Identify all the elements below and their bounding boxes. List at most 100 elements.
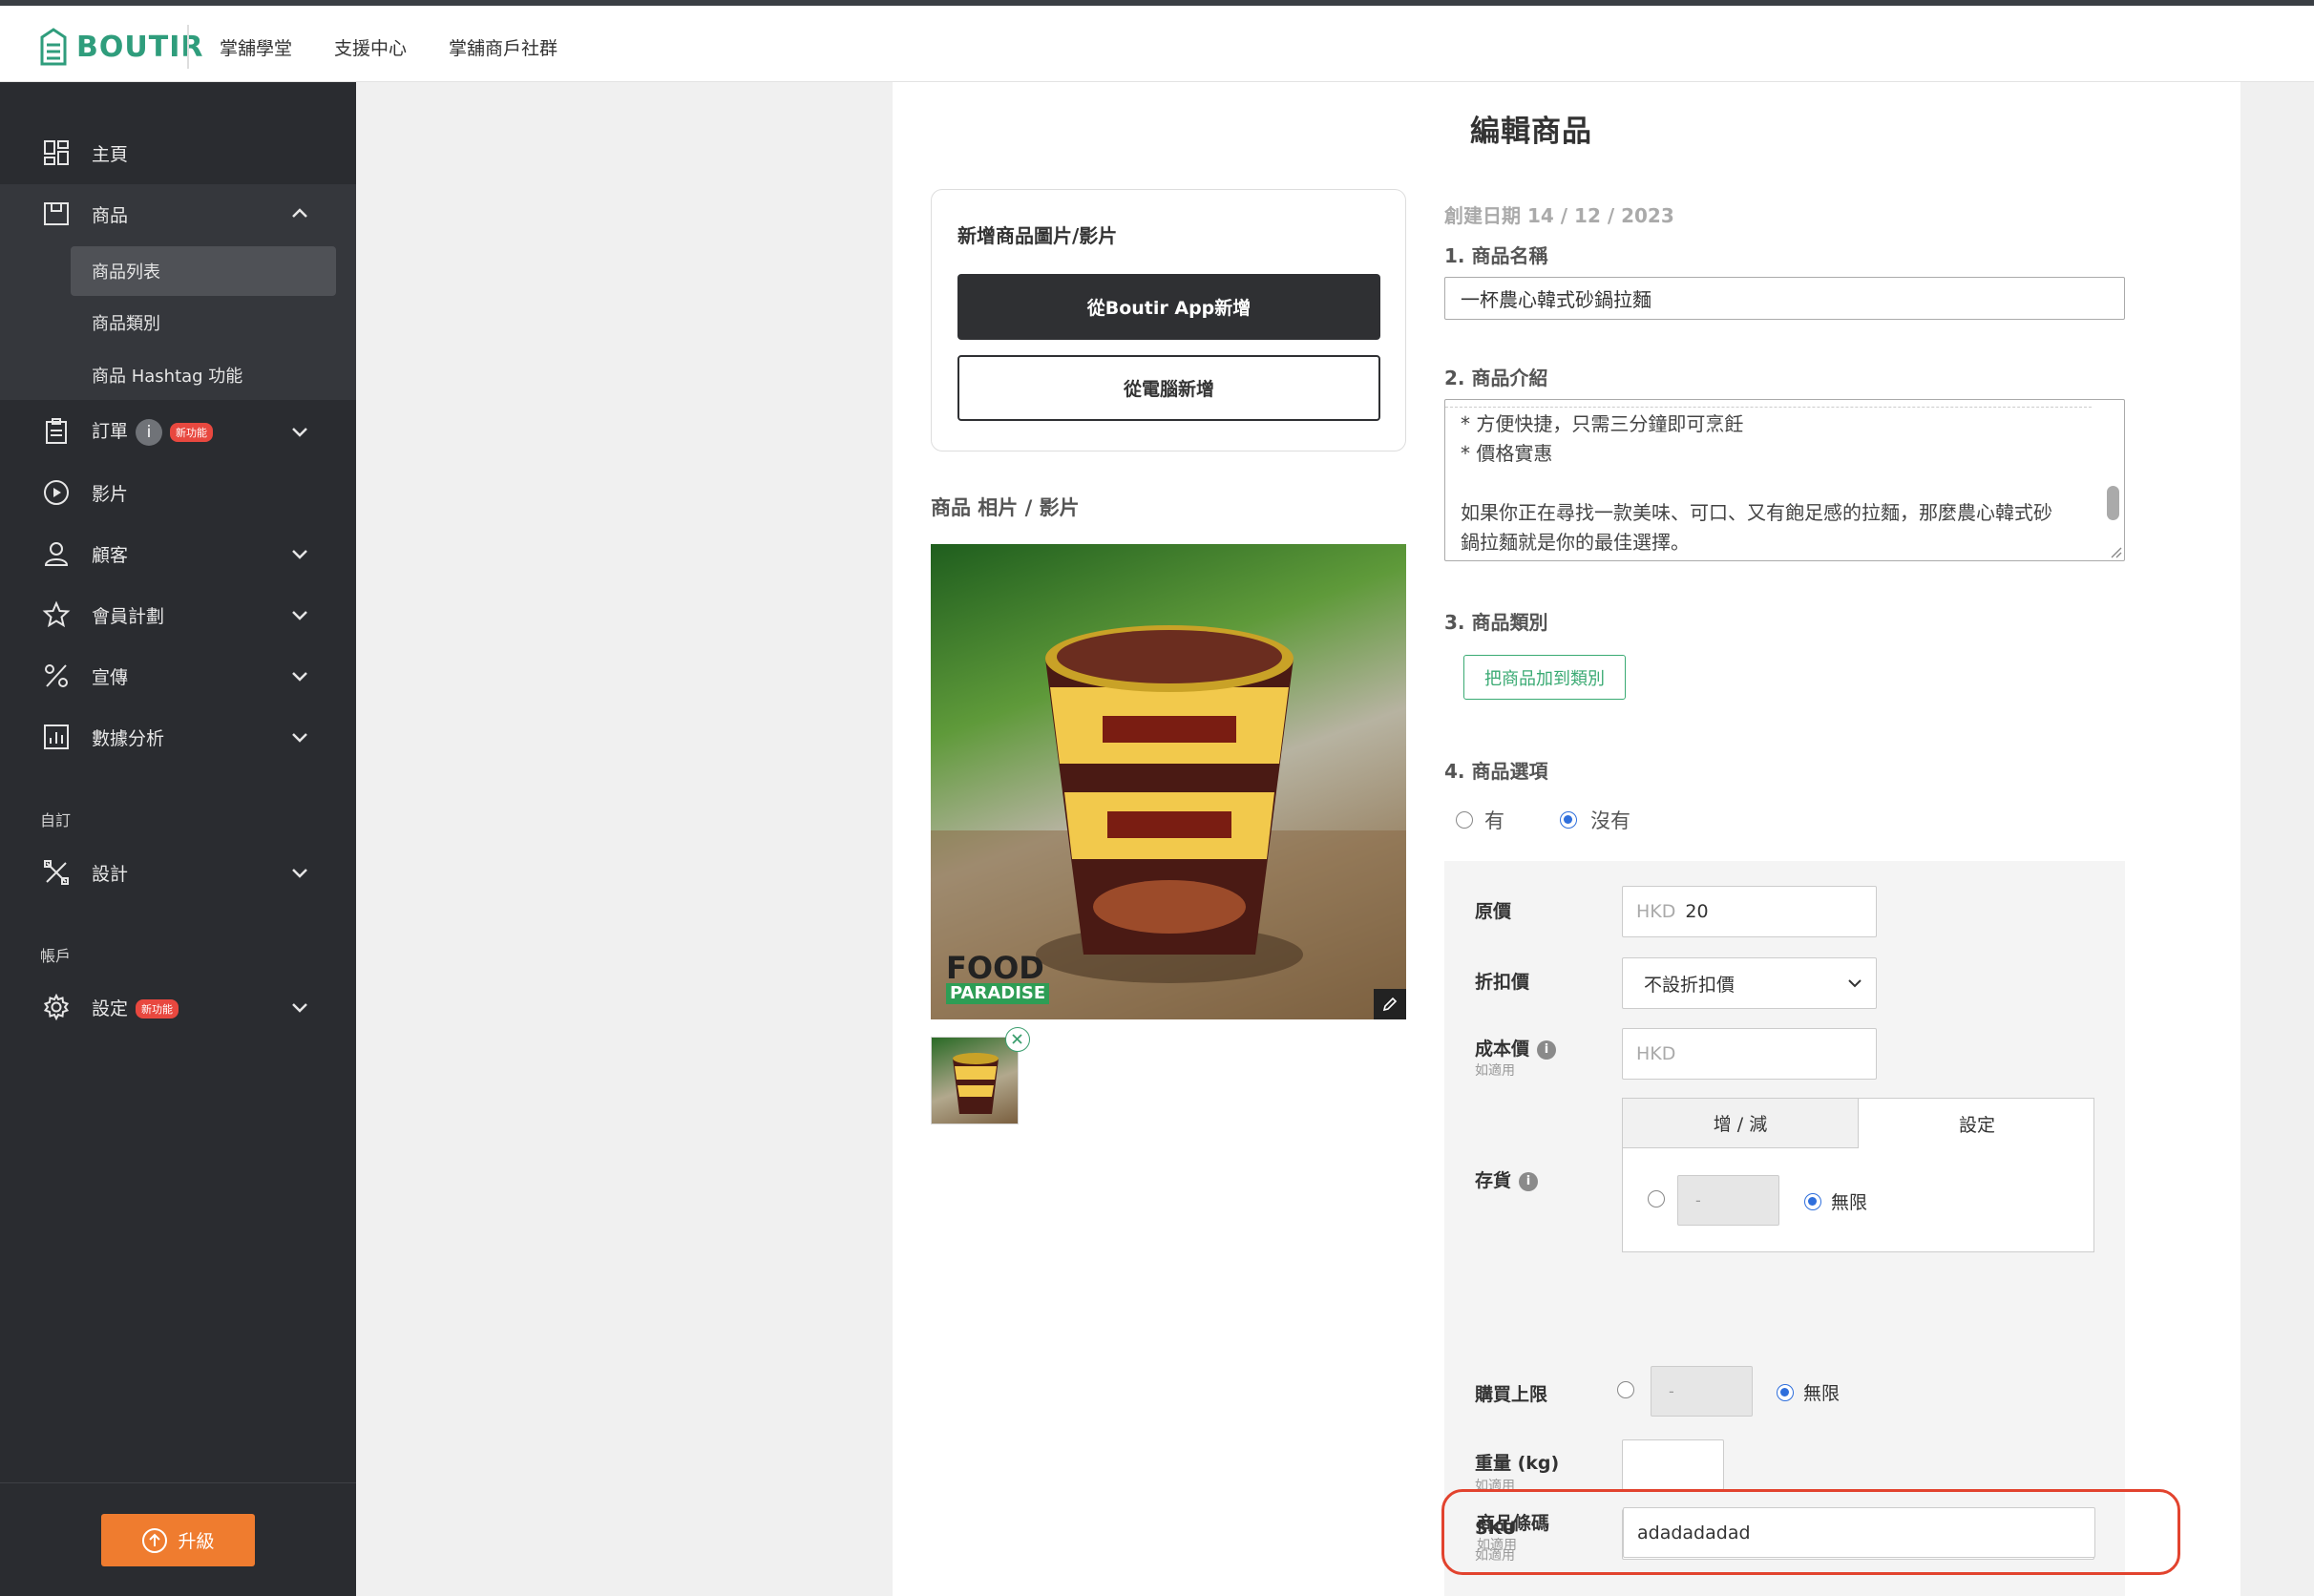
product-options-label: 4. 商品選項 xyxy=(1444,760,1548,783)
resize-handle-icon[interactable] xyxy=(2109,545,2122,558)
sidebar-item-promotion[interactable]: 宣傳 xyxy=(0,646,356,705)
product-name-input[interactable]: 一杯農心韓式砂鍋拉麵 xyxy=(1444,277,2125,320)
clipped-text-line xyxy=(1445,400,2092,408)
clipboard-icon xyxy=(46,418,67,444)
edit-photo-button[interactable] xyxy=(1374,989,1406,1019)
cost-input[interactable]: HKD xyxy=(1622,1028,1877,1080)
info-icon[interactable]: i xyxy=(1519,1171,1539,1191)
sidebar-item-design[interactable]: 設計 xyxy=(0,843,356,902)
add-from-app-button[interactable]: 從Boutir App新增 xyxy=(957,274,1380,340)
star-icon xyxy=(42,600,71,628)
topnav-support-link[interactable]: 支援中心 xyxy=(334,34,407,60)
purchase-limit-unlimited-radio[interactable] xyxy=(1777,1383,1794,1401)
stock-tab-adjust[interactable]: 增 / 減 xyxy=(1623,1099,1859,1148)
sidebar-item-home[interactable]: 主頁 xyxy=(0,123,356,182)
info-icon[interactable]: i xyxy=(1537,1040,1557,1060)
upgrade-label: 升級 xyxy=(178,1531,215,1552)
new-feature-badge: 新功能 xyxy=(136,999,179,1018)
purchase-limit-unlimited-option[interactable]: 無限 xyxy=(1777,1379,1840,1405)
purchase-limit-radio[interactable] xyxy=(1617,1381,1634,1398)
stock-label-row: 存貨 i xyxy=(1475,1166,1539,1192)
product-photo[interactable]: FOOD PARADISE xyxy=(931,544,1406,1019)
brand-name: BOUTIR xyxy=(76,30,204,64)
close-icon xyxy=(1012,1034,1022,1044)
sidebar-item-label: 設定 xyxy=(92,998,129,1019)
sidebar-section-custom: 自訂 xyxy=(40,811,72,830)
sidebar-item-label: 數據分析 xyxy=(92,727,165,749)
product-description-label: 2. 商品介紹 xyxy=(1444,367,1548,389)
chart-icon xyxy=(44,724,69,749)
sidebar-item-settings[interactable]: 設定 新功能 xyxy=(0,977,356,1037)
option-yes-label: 有 xyxy=(1484,809,1504,832)
stock-quantity-radio[interactable] xyxy=(1648,1190,1665,1208)
price-input[interactable]: HKD 20 xyxy=(1622,886,1877,937)
sidebar-item-label: 影片 xyxy=(92,483,129,505)
sidebar-item-analytics[interactable]: 數據分析 xyxy=(0,707,356,766)
chevron-down-icon xyxy=(292,550,307,559)
discount-value: 不設折扣價 xyxy=(1644,974,1736,996)
watermark-logo: FOOD PARADISE xyxy=(946,953,1050,1004)
desc-line: * 價格實惠 xyxy=(1461,442,1553,465)
product-description-textarea[interactable]: * 方便快捷，只需三分鐘即可烹飪 * 價格實惠 如果你正在尋找一款美味、可口、又… xyxy=(1444,399,2125,561)
upgrade-button[interactable]: 升級 xyxy=(101,1514,255,1566)
stock-unlimited-label: 無限 xyxy=(1831,1192,1868,1213)
divider xyxy=(0,1482,356,1483)
chevron-down-icon xyxy=(292,428,307,437)
stock-unlimited-radio[interactable] xyxy=(1804,1192,1821,1210)
remove-photo-button[interactable] xyxy=(1005,1027,1030,1052)
stock-unlimited-option[interactable]: 無限 xyxy=(1804,1188,1867,1214)
arrow-up-circle-icon xyxy=(142,1527,168,1553)
boutir-logo[interactable]: BOUTIR xyxy=(38,23,203,71)
gear-icon xyxy=(43,993,70,1021)
stock-quantity-input[interactable]: - xyxy=(1677,1175,1779,1226)
stock-label: 存貨 xyxy=(1475,1170,1512,1191)
highlight-annotation xyxy=(1441,1489,2180,1575)
currency-prefix: HKD xyxy=(1636,901,1676,922)
product-category-label: 3. 商品類別 xyxy=(1444,611,1548,634)
created-date: 創建日期 14 / 12 / 2023 xyxy=(1444,204,1674,227)
chevron-down-icon xyxy=(1848,979,1862,988)
sidebar-subitem-product-list[interactable]: 商品列表 xyxy=(71,246,336,296)
sidebar-item-label: 會員計劃 xyxy=(92,605,165,627)
price-value: 20 xyxy=(1685,901,1709,922)
sidebar-item-customers[interactable]: 顧客 xyxy=(0,524,356,583)
divider xyxy=(187,25,189,69)
info-icon[interactable]: i xyxy=(136,418,163,446)
option-no-radio[interactable] xyxy=(1560,811,1577,829)
purchase-limit-label: 購買上限 xyxy=(1475,1384,1548,1405)
add-to-category-button[interactable]: 把商品加到類別 xyxy=(1463,655,1626,700)
option-yes-radio[interactable] xyxy=(1456,811,1473,829)
purchase-limit-unlimited-label: 無限 xyxy=(1803,1383,1841,1404)
sidebar-item-label: 主頁 xyxy=(92,143,129,165)
sidebar-item-label: 訂單 xyxy=(92,421,129,443)
purchase-limit-input[interactable]: - xyxy=(1651,1366,1753,1417)
desc-line: 如果你正在尋找一款美味、可口、又有飽足感的拉麵，那麼農心韓式砂 xyxy=(1461,501,2052,524)
price-label: 原價 xyxy=(1475,901,1512,922)
page-title: 編輯商品 xyxy=(1470,115,1592,149)
design-icon xyxy=(44,860,69,885)
discount-select[interactable]: 不設折扣價 xyxy=(1622,957,1877,1009)
topnav-academy-link[interactable]: 掌舖學堂 xyxy=(220,34,292,60)
grid-icon xyxy=(44,140,69,165)
weight-input[interactable] xyxy=(1622,1439,1724,1490)
chevron-down-icon xyxy=(292,672,307,682)
sidebar-item-videos[interactable]: 影片 xyxy=(0,463,356,522)
chevron-down-icon xyxy=(292,733,307,743)
stock-tab-set[interactable]: 設定 xyxy=(1859,1099,2095,1148)
sidebar-item-label: 設計 xyxy=(92,863,129,885)
product-options-radio-group: 有 沒有 xyxy=(1456,806,1630,834)
new-feature-badge: 新功能 xyxy=(170,422,214,442)
weight-label: 重量 (kg) xyxy=(1475,1453,1560,1474)
add-from-computer-button[interactable]: 從電腦新增 xyxy=(957,355,1380,421)
sidebar: 主頁 商品 商品列表 商品類別 商品 Hashtag 功能 訂單 i 新功能 影片 … xyxy=(0,82,356,1596)
noodle-cup-image xyxy=(931,625,1406,1019)
sidebar-item-membership[interactable]: 會員計劃 xyxy=(0,585,356,644)
textarea-scrollbar[interactable] xyxy=(2107,486,2119,520)
media-upload-card: 新增商品圖片/影片 從Boutir App新增 從電腦新增 xyxy=(931,189,1406,452)
sidebar-item-orders[interactable]: 訂單 i 新功能 xyxy=(0,402,356,461)
sidebar-item-label: 商品 xyxy=(92,204,129,226)
sidebar-subitem-product-hashtag[interactable]: 商品 Hashtag 功能 xyxy=(71,350,336,400)
sidebar-subitem-product-category[interactable]: 商品類別 xyxy=(71,298,336,347)
sidebar-item-products[interactable]: 商品 xyxy=(0,184,356,243)
topnav-community-link[interactable]: 掌舖商戶社群 xyxy=(449,34,557,60)
